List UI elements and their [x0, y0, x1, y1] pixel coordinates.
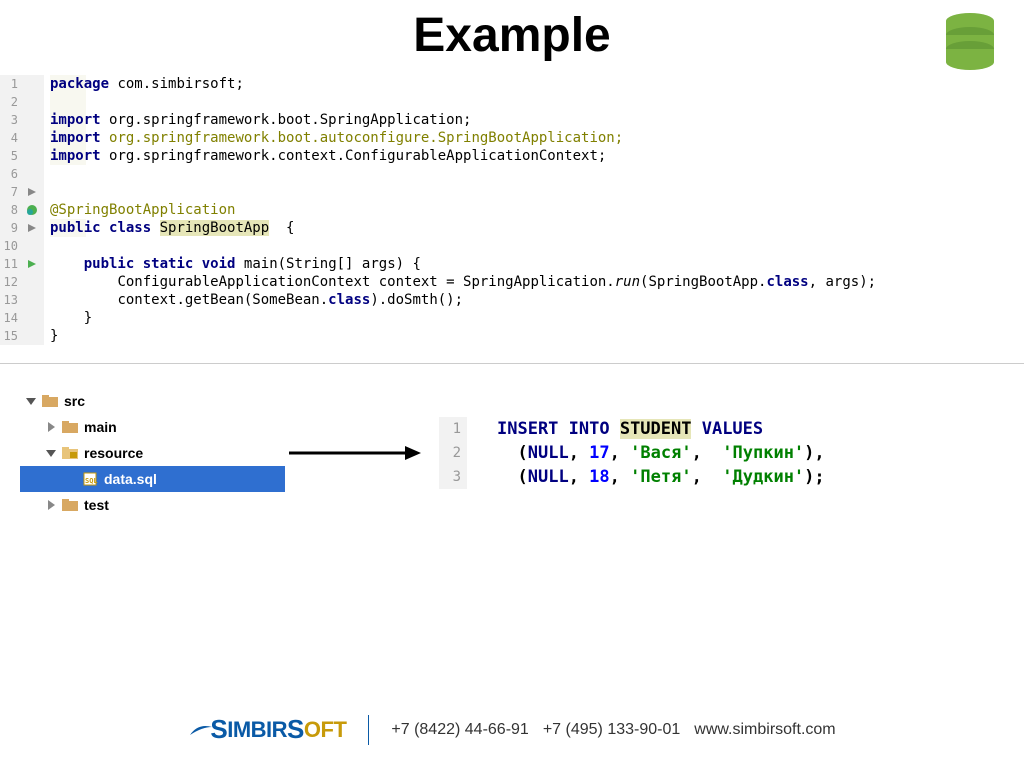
code-line	[50, 93, 876, 111]
java-code-editor: 1 2 3 4 5 6 7 8 9 10 11 12 13 14 15 pack…	[0, 75, 1000, 345]
slide-title: Example	[0, 0, 1024, 63]
chevron-right-icon[interactable]	[44, 422, 58, 432]
vertical-divider	[368, 715, 369, 745]
code-line: context.getBean(SomeBean.class).doSmth()…	[50, 291, 876, 309]
code-line: package com.simbirsoft;	[50, 75, 876, 93]
code-line: }	[50, 309, 876, 327]
code-line: public class SpringBootApp {	[50, 219, 876, 237]
code-line: import org.springframework.boot.SpringAp…	[50, 111, 876, 129]
sql-line: (NULL, 18, 'Петя', 'Дудкин');	[497, 465, 825, 489]
code-body: package com.simbirsoft; import org.sprin…	[44, 75, 876, 345]
lineno: 5	[0, 149, 22, 163]
code-line	[50, 237, 876, 255]
code-line: import org.springframework.boot.autoconf…	[50, 129, 876, 147]
lineno: 14	[0, 311, 22, 325]
folder-icon	[62, 420, 80, 434]
tree-node-src[interactable]: src	[20, 388, 285, 414]
lineno: 2	[0, 95, 22, 109]
fold-marker-icon[interactable]	[22, 260, 42, 268]
lineno: 1	[439, 417, 467, 441]
lineno: 8	[0, 203, 22, 217]
chevron-down-icon[interactable]	[24, 396, 38, 406]
project-tree: src main resource SQL data.sql test	[20, 388, 285, 518]
sql-gutter: 1 2 3	[439, 417, 467, 489]
sql-body: INSERT INTO STUDENT VALUES (NULL, 17, 'В…	[467, 417, 825, 489]
svg-text:SQL: SQL	[85, 477, 98, 485]
code-line: ConfigurableApplicationContext context =…	[50, 273, 876, 291]
resource-folder-icon	[62, 446, 80, 460]
code-gutter: 1 2 3 4 5 6 7 8 9 10 11 12 13 14 15	[0, 75, 44, 345]
chevron-right-icon[interactable]	[44, 500, 58, 510]
phone-2: +7 (495) 133-90-01	[543, 721, 680, 739]
code-line: }	[50, 327, 876, 345]
footer: SIMBIRSOFT +7 (8422) 44-66-91 +7 (495) 1…	[0, 714, 1024, 745]
tree-node-test[interactable]: test	[20, 492, 285, 518]
tree-node-resource[interactable]: resource	[20, 440, 285, 466]
horizontal-divider	[0, 363, 1024, 364]
tree-node-datasql[interactable]: SQL data.sql	[20, 466, 285, 492]
sql-editor: 1 2 3 INSERT INTO STUDENT VALUES (NULL, …	[439, 417, 825, 489]
database-icon	[940, 10, 1000, 70]
lineno: 7	[0, 185, 22, 199]
code-line	[50, 165, 876, 183]
code-line: @SpringBootApplication	[50, 201, 876, 219]
lineno: 2	[439, 441, 467, 465]
lineno: 3	[0, 113, 22, 127]
lineno: 1	[0, 77, 22, 91]
tree-node-main[interactable]: main	[20, 414, 285, 440]
code-line	[50, 183, 876, 201]
folder-icon	[42, 394, 60, 408]
lineno: 12	[0, 275, 22, 289]
simbirsoft-logo: SIMBIRSOFT	[188, 714, 346, 745]
chevron-down-icon[interactable]	[44, 448, 58, 458]
fold-marker-icon[interactable]	[22, 224, 42, 232]
run-marker-icon[interactable]	[22, 204, 42, 216]
lineno: 9	[0, 221, 22, 235]
tree-label: test	[84, 497, 109, 513]
code-line: import org.springframework.context.Confi…	[50, 147, 876, 165]
phone-1: +7 (8422) 44-66-91	[391, 721, 528, 739]
tree-label: main	[84, 419, 117, 435]
sql-file-icon: SQL	[82, 472, 100, 486]
arrow-icon	[287, 438, 427, 468]
lineno: 10	[0, 239, 22, 253]
folder-icon	[62, 498, 80, 512]
tree-label: src	[64, 393, 85, 409]
sql-line: INSERT INTO STUDENT VALUES	[497, 417, 825, 441]
fold-marker-icon[interactable]	[22, 188, 42, 196]
sql-line: (NULL, 17, 'Вася', 'Пупкин'),	[497, 441, 825, 465]
tree-label: data.sql	[104, 471, 157, 487]
lineno: 4	[0, 131, 22, 145]
lineno: 15	[0, 329, 22, 343]
code-line: public static void main(String[] args) {	[50, 255, 876, 273]
lineno: 6	[0, 167, 22, 181]
lineno: 11	[0, 257, 22, 271]
tree-label: resource	[84, 445, 143, 461]
lineno: 13	[0, 293, 22, 307]
website-url: www.simbirsoft.com	[694, 721, 835, 739]
lineno: 3	[439, 465, 467, 489]
